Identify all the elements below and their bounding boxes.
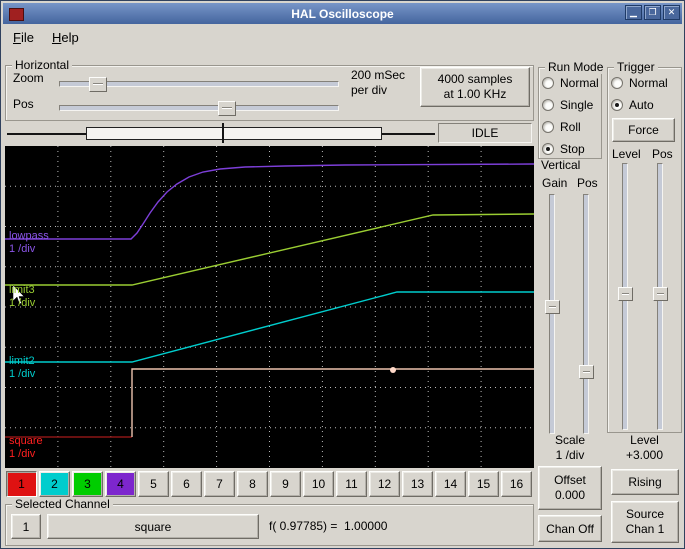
channel-button-9[interactable]: 9: [270, 471, 301, 497]
square-trace-high: [131, 368, 534, 437]
menu-help[interactable]: Help: [43, 27, 88, 49]
selected-channel-frame-label: Selected Channel: [12, 497, 113, 511]
channel-button-5[interactable]: 5: [138, 471, 169, 497]
horizontal-frame-label: Horizontal: [12, 58, 73, 72]
trigger-pos-label: Pos: [652, 147, 673, 161]
radio-icon[interactable]: [611, 99, 623, 111]
vertical-pos-slider-track[interactable]: [583, 194, 589, 434]
channel-button-3[interactable]: 3: [72, 471, 103, 497]
trigger-source-button[interactable]: Source Chan 1: [611, 501, 679, 543]
radio-label: Normal: [629, 76, 668, 90]
radio-label: Auto: [629, 98, 654, 112]
radio-roll[interactable]: Roll: [542, 116, 602, 138]
trace-label-lowpass: lowpass 1 /div: [9, 230, 49, 255]
radio-label: Stop: [560, 142, 585, 156]
scope-display[interactable]: lowpass 1 /div limit3 1 /div limit2 1 /div squ…: [5, 146, 535, 468]
channel-button-2[interactable]: 2: [39, 471, 70, 497]
radio-icon[interactable]: [611, 77, 623, 89]
samples-button-line1: 4000 samples: [437, 72, 513, 86]
trace-label-limit2: limit2 1 /div: [9, 355, 36, 380]
radio-single[interactable]: Single: [542, 94, 602, 116]
channel-button-14[interactable]: 14: [435, 471, 466, 497]
limit3-trace: [5, 213, 535, 286]
app-window: HAL Oscilloscope ▁ ❐ ✕ File Help Horizon…: [0, 0, 685, 549]
chan-off-button[interactable]: Chan Off: [538, 515, 602, 542]
app-icon[interactable]: [9, 8, 24, 21]
vertical-pos-slider-handle[interactable]: [579, 365, 594, 379]
window-title: HAL Oscilloscope: [291, 6, 394, 21]
trigger-edge-button[interactable]: Rising: [611, 469, 679, 495]
offset-button-value: 0.000: [554, 488, 586, 502]
radio-icon[interactable]: [542, 121, 554, 133]
zoom-slider-handle[interactable]: [89, 77, 107, 92]
trigger-position-tick: [222, 123, 224, 143]
minimize-icon[interactable]: ▁: [625, 5, 642, 20]
channel-button-4[interactable]: 4: [105, 471, 136, 497]
gain-slider-track[interactable]: [549, 194, 555, 434]
gain-label: Gain: [542, 176, 568, 190]
selected-channel-name-button[interactable]: square: [47, 514, 259, 539]
channel-button-12[interactable]: 12: [369, 471, 400, 497]
cursor-readout: f( 0.97785) = 1.00000: [269, 519, 388, 533]
trace-label-limit3: limit3 1 /div: [9, 284, 36, 309]
vertical-section-label: Vertical: [541, 158, 581, 172]
offset-button-label: Offset: [554, 473, 586, 487]
vertical-pos-label: Pos: [577, 176, 598, 190]
offset-button[interactable]: Offset 0.000: [538, 466, 602, 510]
timebase-readout: 200 mSec per div: [351, 68, 405, 98]
pos-slider-handle[interactable]: [218, 101, 236, 116]
trigger-readout-value: +3.000: [625, 448, 664, 462]
trigger-source-line1: Source: [625, 507, 665, 521]
trigger-point-marker: [390, 367, 396, 373]
channel-button-8[interactable]: 8: [237, 471, 268, 497]
trigger-level-slider-handle[interactable]: [618, 287, 633, 301]
channel-button-6[interactable]: 6: [171, 471, 202, 497]
scale-title: Scale: [554, 433, 586, 447]
titlebar[interactable]: HAL Oscilloscope: [3, 3, 682, 24]
radio-icon[interactable]: [542, 99, 554, 111]
radio-label: Single: [560, 98, 594, 112]
gain-slider-handle[interactable]: [545, 300, 560, 314]
radio-normal[interactable]: Normal: [542, 72, 602, 94]
trigger-source-line2: Chan 1: [625, 522, 665, 536]
status-box: IDLE: [438, 123, 532, 143]
trigger-level-label: Level: [612, 147, 641, 161]
radio-icon[interactable]: [542, 77, 554, 89]
timebase-value: 200 mSec: [351, 68, 406, 82]
channel-button-11[interactable]: 11: [336, 471, 367, 497]
radio-normal[interactable]: Normal: [611, 72, 681, 94]
maximize-icon[interactable]: ❐: [644, 5, 661, 20]
run-mode-options: Normal Single Roll Stop: [542, 72, 602, 160]
channel-button-7[interactable]: 7: [204, 471, 235, 497]
titlebar-buttons: ▁ ❐ ✕: [625, 5, 680, 20]
close-icon[interactable]: ✕: [663, 5, 680, 20]
samples-button-line2: at 1.00 KHz: [443, 87, 507, 101]
channel-button-13[interactable]: 13: [402, 471, 433, 497]
pos-slider-track[interactable]: [59, 105, 339, 111]
radio-label: Roll: [560, 120, 581, 134]
force-button[interactable]: Force: [612, 118, 675, 142]
scale-value: 1 /div: [555, 448, 585, 462]
timebase-unit: per div: [351, 83, 388, 97]
channel-button-16[interactable]: 16: [501, 471, 532, 497]
menu-file[interactable]: File: [4, 27, 43, 49]
trace-label-square: square 1 /div: [9, 435, 43, 460]
trigger-mode-options: Normal Auto: [611, 72, 681, 116]
scope-svg: [5, 146, 535, 468]
channel-button-15[interactable]: 15: [468, 471, 499, 497]
radio-stop[interactable]: Stop: [542, 138, 602, 160]
radio-icon[interactable]: [542, 143, 554, 155]
selected-channel-number-button[interactable]: 1: [11, 514, 41, 539]
radio-auto[interactable]: Auto: [611, 94, 681, 116]
channel-button-1[interactable]: 1: [6, 471, 37, 497]
pos-label: Pos: [13, 97, 34, 111]
zoom-label: Zoom: [13, 71, 44, 85]
samples-button[interactable]: 4000 samples at 1.00 KHz: [420, 67, 530, 107]
radio-label: Normal: [560, 76, 599, 90]
channel-button-10[interactable]: 10: [303, 471, 334, 497]
menubar: File Help: [4, 27, 88, 49]
record-view-window[interactable]: [86, 127, 382, 140]
trigger-readout-title: Level: [630, 433, 659, 447]
trigger-pos-slider-handle[interactable]: [653, 287, 668, 301]
